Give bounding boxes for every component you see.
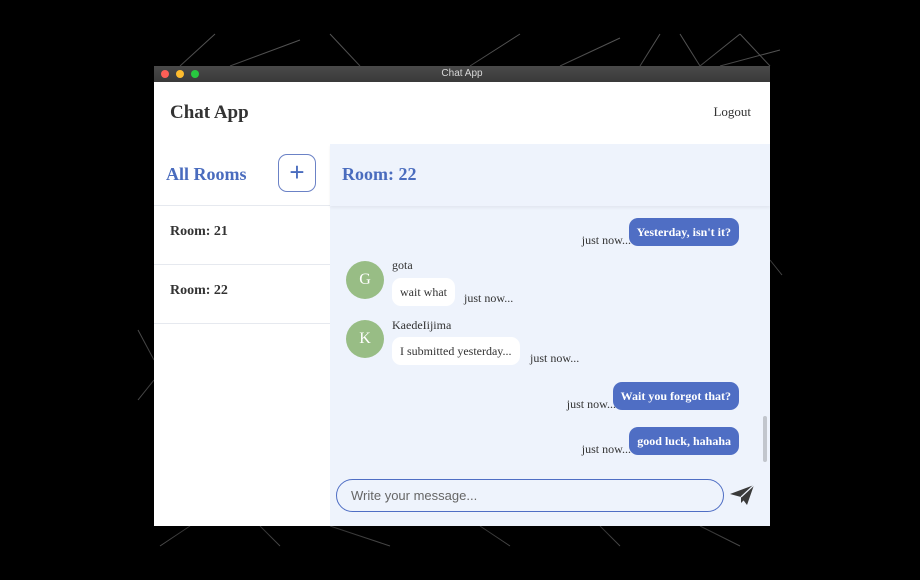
window-titlebar[interactable]: Chat App [154,66,770,82]
add-room-button[interactable]: + [278,154,316,192]
all-rooms-title: All Rooms [166,164,247,184]
sidebar-item-room-22[interactable]: Room: 22 [154,265,330,324]
avatar: G [346,261,384,299]
message-timestamp: just now... [464,291,514,305]
sender-name: gota [392,258,413,272]
room-label: Room: 22 [170,283,228,298]
message-timestamp: just now... [530,351,580,365]
app-brand: Chat App [170,102,249,123]
avatar: K [346,320,384,358]
message-timestamp: just now... [566,397,616,411]
sender-name: KaedeIijima [392,318,452,332]
room-header: Room: 22 [330,144,770,206]
my-message-bubble: Wait you forgot that? [612,382,739,410]
sidebar-header: All Rooms + [154,144,330,206]
plus-icon: + [289,157,305,187]
chat-panel: Room: 22 just now... Yesterday, isn't it… [330,144,770,526]
my-message-bubble: Yesterday, isn't it? [628,218,739,246]
their-message-bubble: wait what [392,278,455,306]
message-timestamp: just now... [581,442,631,456]
scrollbar-thumb[interactable] [763,416,767,462]
room-label: Room: 21 [170,224,228,239]
window-title: Chat App [441,68,483,79]
app-header: Chat App Logout [154,82,770,144]
message-input[interactable] [336,479,724,512]
room-title: Room: 22 [342,164,417,184]
logout-link[interactable]: Logout [713,104,751,120]
send-icon[interactable] [729,484,755,506]
sidebar-item-room-21[interactable]: Room: 21 [154,206,330,265]
app-window: Chat App Chat App Logout All Rooms + Roo… [154,66,770,526]
their-message-bubble: I submitted yesterday... [392,337,520,365]
my-message-bubble: good luck, hahaha [629,427,739,455]
rooms-sidebar: All Rooms + Room: 21 Room: 22 [154,144,331,526]
message-timestamp: just now... [581,233,631,247]
